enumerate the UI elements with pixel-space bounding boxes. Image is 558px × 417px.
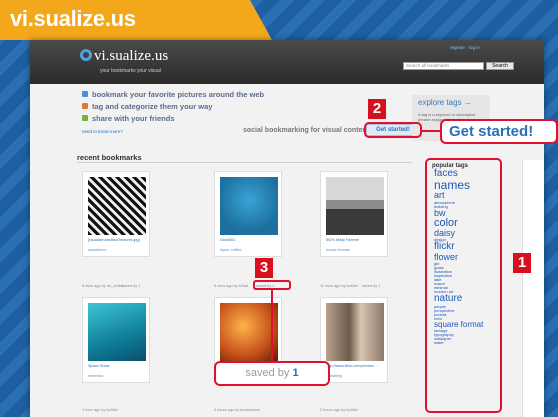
highlight-popular-tags: [425, 158, 502, 413]
feature-share: share with your friends: [82, 114, 175, 123]
callout-number-1: 1: [513, 253, 531, 273]
bookmark-tags[interactable]: maketimes: [88, 248, 106, 252]
search-button[interactable]: Search: [486, 62, 514, 70]
bookmark-icon: [82, 91, 88, 97]
bookmark-thumbnail[interactable]: [220, 177, 278, 235]
tag-icon: [82, 103, 88, 109]
callout-number-2: 2: [368, 99, 386, 119]
magazine-title: vi.sualize.us: [10, 6, 136, 31]
auth-links[interactable]: register · log in: [450, 45, 480, 50]
feature-bookmark: bookmark your favorite pictures around t…: [82, 90, 264, 99]
saved-by-label: saved by: [245, 367, 290, 379]
bookmark-tags[interactable]: house formats: [326, 248, 350, 252]
bookmark-card[interactable]: Space Show wormsea: [82, 297, 150, 383]
bookmark-tags[interactable]: liquor, refiled: [220, 248, 242, 252]
bookmark-meta: 1 hour ago by lucidim: [82, 408, 119, 412]
bookmark-meta: 2 hours ago by lucasxerces: [214, 408, 261, 412]
logo-text: vi.sualize.us: [94, 48, 169, 64]
recent-bookmarks-heading: recent bookmarks: [77, 153, 142, 162]
bookmark-thumbnail[interactable]: [220, 303, 278, 361]
feature-text: tag and categorize them your way: [92, 102, 213, 111]
bookmark-meta: 8 mins ago by mr_visible: [82, 284, 124, 288]
bookmark-thumbnail[interactable]: [326, 303, 384, 361]
callout-connector: [271, 290, 273, 361]
callout-number-3: 3: [255, 258, 273, 278]
callout-saved-by: saved by 1: [214, 361, 330, 386]
callout-get-started: Get started!: [440, 119, 558, 144]
bookmark-card[interactable]: Dan0601 liquor, refiled: [214, 171, 282, 257]
bookmark-card[interactable]: [visualize:abstractTextures.jpg] maketim…: [82, 171, 150, 257]
logo-eye-icon: [80, 49, 92, 61]
saved-count[interactable]: saved by 1: [122, 284, 140, 288]
bookmark-thumbnail[interactable]: [88, 177, 146, 235]
bookmark-meta: 6 mins ago by bl3ad: [214, 284, 248, 288]
bookmark-tags[interactable]: wormsea: [88, 374, 103, 378]
bookmark-title[interactable]: Space Show: [88, 364, 148, 368]
section-divider: [77, 162, 412, 163]
highlight-saved-by: [253, 280, 291, 290]
explore-tags-link[interactable]: explore tags →: [418, 98, 472, 107]
site-header: vi.sualize.us your bookmarks your visual…: [30, 40, 544, 84]
bookmark-meta: 11 mins ago by lucidim: [320, 284, 359, 288]
share-icon: [82, 115, 88, 121]
right-column: [522, 160, 544, 417]
bookmark-thumbnail[interactable]: [88, 303, 146, 361]
bookmark-card[interactable]: 500's Misty Famme house formats: [320, 171, 388, 257]
bookmark-title[interactable]: [visualize:abstractTextures.jpg]: [88, 238, 148, 242]
site-logo[interactable]: vi.sualize.us: [80, 48, 168, 65]
feature-text: bookmark your favorite pictures around t…: [92, 90, 265, 99]
highlight-get-started: [364, 122, 422, 138]
bookmark-title[interactable]: 500's Misty Famme: [326, 238, 386, 242]
bookmark-title[interactable]: http://www.flickr.com/photos/...: [326, 364, 386, 368]
feature-text: share with your friends: [92, 114, 175, 123]
saved-count[interactable]: saved by 1: [362, 284, 380, 288]
feature-tag: tag and categorize them your way: [82, 102, 212, 111]
callout-connector: [422, 130, 440, 132]
need-more-link[interactable]: need to know more?: [82, 129, 123, 134]
bookmark-meta: 2 hours ago by lucidim: [320, 408, 358, 412]
search-input[interactable]: Search all bookmarks: [403, 62, 484, 70]
site-tagline: your bookmarks your visual: [100, 68, 161, 74]
bookmark-thumbnail[interactable]: [326, 177, 384, 235]
social-bookmarking-text: social bookmarking for visual content: [243, 127, 370, 134]
bookmark-title[interactable]: Dan0601: [220, 238, 280, 242]
bookmark-card[interactable]: http://www.flickr.com/photos/... wanabin…: [320, 297, 388, 383]
saved-by-count: 1: [292, 367, 299, 379]
